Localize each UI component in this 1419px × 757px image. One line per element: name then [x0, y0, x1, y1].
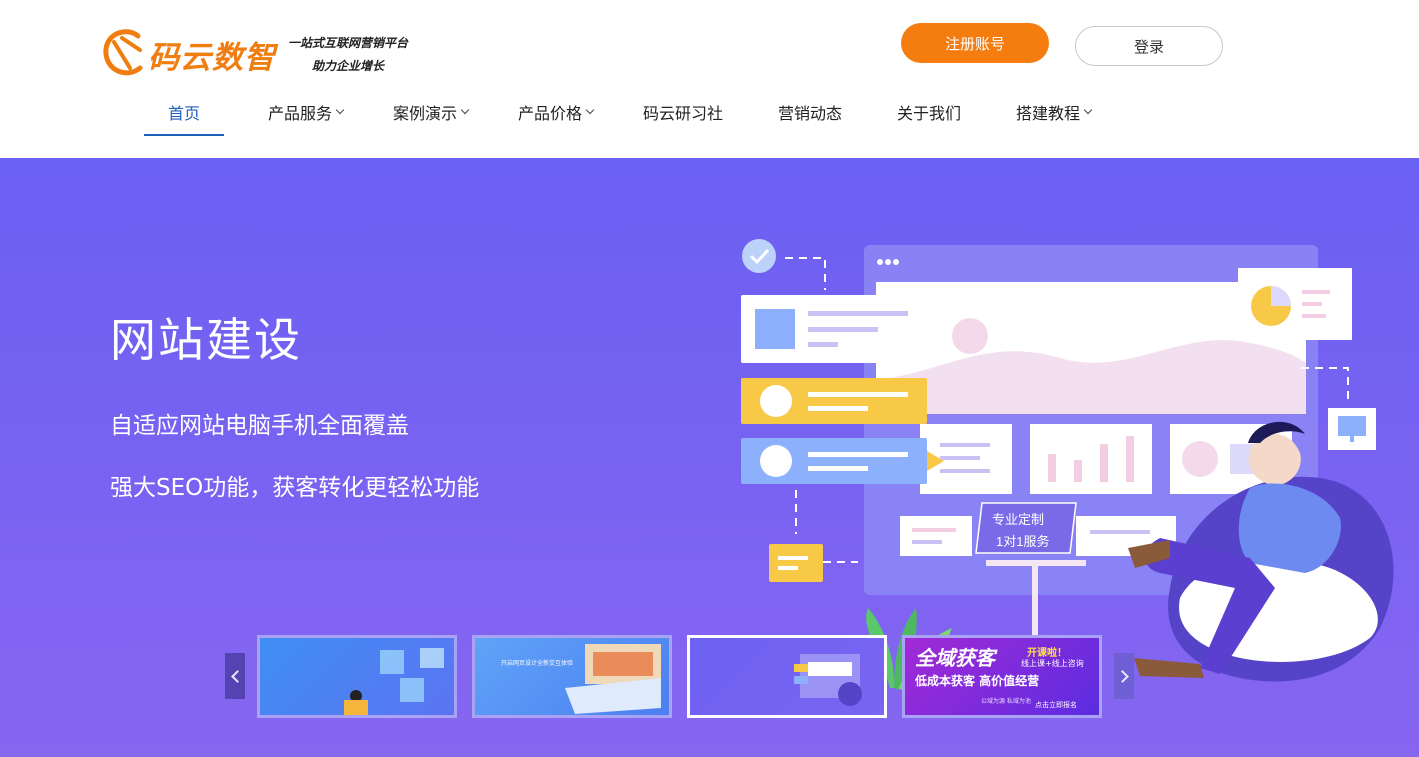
nav-item-label: 关于我们: [897, 104, 962, 123]
nav-item-academy[interactable]: 码云研习社: [643, 100, 723, 138]
nav-item-label: 产品价格: [518, 104, 583, 123]
carousel-next-button[interactable]: [1114, 653, 1134, 699]
banner-subtitle-2: 强大SEO功能，获客转化更轻松功能: [110, 475, 480, 501]
thumb-4-title: 全域获客: [915, 646, 995, 670]
carousel-prev-button[interactable]: [225, 653, 245, 699]
nav-active-indicator: [144, 134, 224, 136]
site-logo[interactable]: 码云数智 一站式互联网营销平台 助力企业增长: [100, 24, 430, 84]
chevron-down-icon: [460, 105, 470, 115]
carousel-thumb-2[interactable]: 开启网页设计全新交互体验: [472, 635, 672, 718]
nav-item-label: 案例演示: [393, 104, 458, 123]
chevron-left-icon: [230, 669, 244, 683]
nav-item-home[interactable]: 首页: [168, 100, 200, 138]
logo-tagline-line1: 一站式互联网营销平台: [288, 36, 409, 50]
thumb-2-illustration: [565, 644, 661, 714]
nav-item-label: 产品服务: [268, 104, 333, 123]
nav-item-news[interactable]: 营销动态: [778, 100, 842, 138]
chevron-down-icon: [585, 105, 595, 115]
thumb-4-line2: 低成本获客 高价值经营: [915, 674, 1040, 688]
nav-item-pricing[interactable]: 产品价格: [518, 100, 595, 138]
thumb-3-illustration: [794, 654, 862, 706]
site-header: 码云数智 一站式互联网营销平台 助力企业增长 注册账号 登录 首页 产品服务 案…: [0, 0, 1419, 158]
carousel-thumb-4[interactable]: 全域获客 开课啦！ 线上课+线上咨询 低成本获客 高价值经营 公域为源 私域为池…: [902, 635, 1102, 718]
chevron-right-icon: [1115, 669, 1129, 683]
illustration-tag-1: 专业定制: [992, 512, 1044, 527]
nav-item-label: 首页: [168, 104, 201, 123]
main-nav: 首页 产品服务 案例演示 产品价格 码云研习社 营销动态 关于我们 搭建教程: [0, 100, 1419, 138]
register-button[interactable]: 注册账号: [901, 23, 1049, 63]
thumb-4-foot2: 点击立即报名: [1035, 701, 1077, 709]
login-button[interactable]: 登录: [1075, 26, 1223, 66]
logo-tagline: 一站式互联网营销平台 助力企业增长: [288, 34, 408, 74]
hero-banner[interactable]: 网站建设 自适应网站电脑手机全面覆盖 强大SEO功能，获客转化更轻松功能 专业定…: [0, 158, 1419, 757]
chevron-down-icon: [1083, 105, 1093, 115]
nav-item-tutorials[interactable]: 搭建教程: [1016, 100, 1093, 138]
thumb-4-small: 线上课+线上咨询: [1021, 659, 1084, 668]
chevron-down-icon: [335, 105, 345, 115]
nav-item-label: 搭建教程: [1016, 104, 1081, 123]
banner-subtitle-1: 自适应网站电脑手机全面覆盖: [110, 413, 409, 439]
thumb-1-illustration: [344, 648, 444, 715]
nav-item-products[interactable]: 产品服务: [268, 100, 345, 138]
nav-item-cases[interactable]: 案例演示: [393, 100, 470, 138]
illustration-tag-2: 1对1服务: [996, 534, 1049, 549]
nav-item-label: 营销动态: [778, 104, 843, 123]
carousel-thumb-3[interactable]: [687, 635, 887, 718]
carousel-thumb-1[interactable]: [257, 635, 457, 718]
thumb-2-caption: 开启网页设计全新交互体验: [501, 660, 574, 667]
logo-mark-icon: [103, 29, 143, 76]
banner-title: 网站建设: [110, 313, 302, 367]
nav-item-about[interactable]: 关于我们: [897, 100, 961, 138]
thumb-4-foot1: 公域为源 私域为池: [981, 698, 1031, 705]
logo-name: 码云数智: [148, 39, 276, 76]
nav-item-label: 码云研习社: [643, 104, 724, 123]
logo-tagline-line2: 助力企业增长: [312, 59, 385, 73]
thumb-4-badge: 开课啦！: [1027, 648, 1067, 659]
